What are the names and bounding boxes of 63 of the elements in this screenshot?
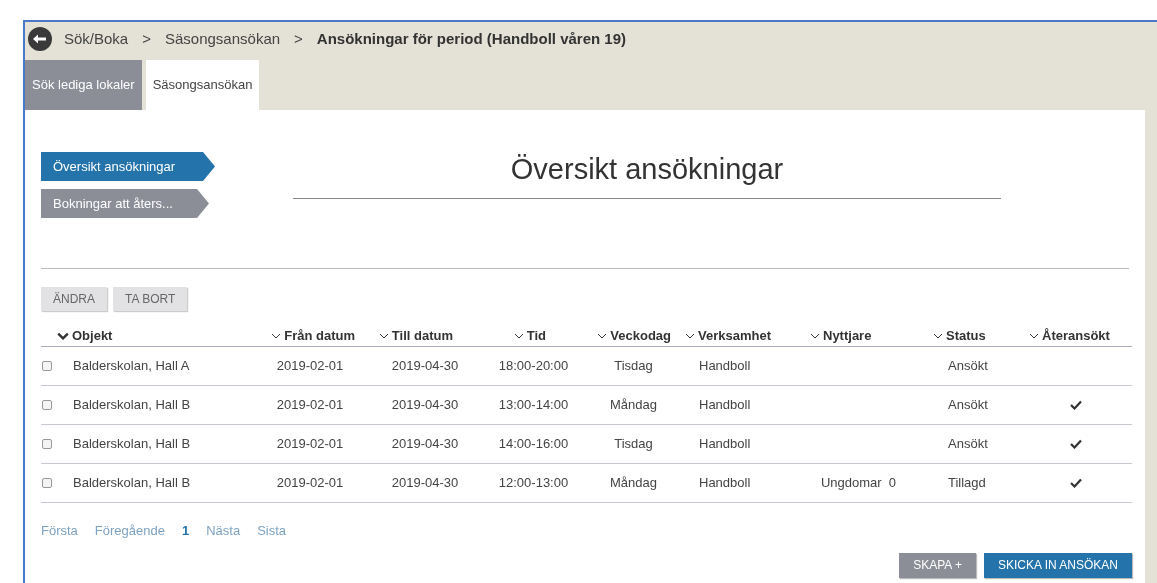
- table-cell: 13:00-14:00: [498, 397, 569, 413]
- table-cell: Balderskolan, Hall B: [73, 397, 191, 413]
- column-header[interactable]: Objekt: [72, 325, 113, 346]
- table-cell: Handboll: [699, 475, 751, 491]
- column-header[interactable]: Status: [946, 325, 986, 346]
- column-header[interactable]: Nyttjare: [823, 325, 872, 346]
- sort-icon: [57, 331, 69, 340]
- row-checkbox[interactable]: [42, 361, 52, 371]
- column-header[interactable]: Verksamhet: [698, 325, 771, 346]
- page-heading: Översikt ansökningar: [293, 148, 1001, 199]
- table-cell: Tisdag: [614, 436, 653, 452]
- sort-icon: [685, 331, 695, 340]
- table-cell: 2019-02-01: [276, 436, 344, 452]
- sort-icon: [271, 331, 282, 340]
- column-header[interactable]: Veckodag: [610, 325, 671, 346]
- breadcrumb-item[interactable]: Säsongsansökan: [165, 27, 281, 51]
- table-cell: 2019-04-30: [391, 436, 459, 452]
- table-cell: 2019-04-30: [391, 397, 459, 413]
- sort-icon: [378, 331, 389, 340]
- pagination-link[interactable]: 1: [181, 521, 190, 541]
- step-tab[interactable]: Översikt ansökningar: [41, 152, 215, 181]
- table-cell: Ansökt: [948, 358, 988, 374]
- column-header[interactable]: Från datum: [284, 325, 355, 346]
- breadcrumb-separator: >: [294, 28, 303, 49]
- table-cell: 2019-02-01: [276, 397, 344, 413]
- breadcrumb-item: Ansökningar för period (Handboll våren 19): [316, 28, 627, 49]
- table-cell: Balderskolan, Hall B: [73, 436, 191, 452]
- table-cell: Handboll: [699, 436, 751, 452]
- row-checkbox[interactable]: [42, 478, 52, 488]
- tab[interactable]: Säsongsansökan: [145, 60, 260, 110]
- footer-button[interactable]: SKICKA IN ANSÖKAN: [983, 552, 1132, 578]
- column-header[interactable]: Till datum: [391, 325, 453, 346]
- action-button[interactable]: TA BORT: [113, 287, 188, 311]
- table-cell: Handboll: [699, 397, 751, 413]
- breadcrumb-item[interactable]: Sök/Boka: [64, 27, 129, 51]
- sort-icon: [1029, 331, 1039, 340]
- sort-icon: [597, 331, 608, 340]
- table-cell: Tisdag: [614, 358, 653, 374]
- table-cell: Ungdomar 0: [820, 475, 897, 491]
- breadcrumb-separator: >: [142, 28, 151, 49]
- table-cell: 18:00-20:00: [498, 358, 569, 374]
- table-cell: Måndag: [610, 397, 657, 413]
- column-header[interactable]: Återansökt: [1042, 325, 1110, 346]
- action-button[interactable]: ÄNDRA: [41, 287, 107, 311]
- table-cell: 2019-02-01: [276, 358, 344, 374]
- table-cell: Måndag: [610, 475, 657, 491]
- table-cell: Balderskolan, Hall B: [73, 475, 191, 491]
- table-cell: Ansökt: [948, 397, 988, 413]
- column-header[interactable]: Tid: [526, 325, 546, 346]
- sort-icon: [513, 331, 524, 340]
- table-cell: 14:00-16:00: [498, 436, 569, 452]
- table-cell: 2019-02-01: [276, 475, 344, 491]
- row-checkbox[interactable]: [42, 400, 52, 410]
- table-cell: 2019-04-30: [391, 358, 459, 374]
- table-cell: Ansökt: [948, 436, 988, 452]
- table-cell: Balderskolan, Hall A: [73, 358, 190, 374]
- table-cell: Tillagd: [948, 475, 986, 491]
- row-checkbox[interactable]: [42, 439, 52, 449]
- table-cell: 2019-04-30: [391, 475, 459, 491]
- table-cell: 12:00-13:00: [498, 475, 569, 491]
- sort-icon: [810, 331, 820, 340]
- sort-icon: [933, 331, 943, 340]
- table-cell: Handboll: [699, 358, 751, 374]
